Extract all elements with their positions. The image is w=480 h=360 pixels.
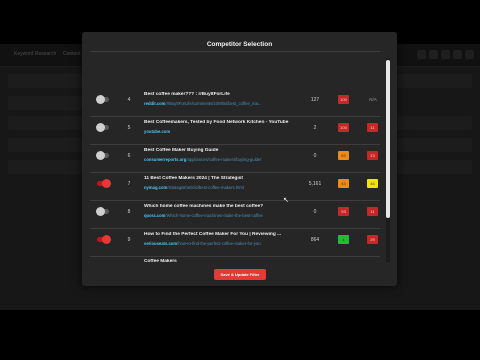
- mouse-cursor-icon: ↖: [283, 197, 289, 204]
- row-url[interactable]: consumerreports.org/appliances/coffee-ma…: [144, 157, 284, 162]
- row-domain: consumerreports.org: [144, 157, 187, 162]
- row-rank: 4: [127, 97, 131, 103]
- partial-row-title: Coffee Makers: [144, 259, 177, 263]
- row-badge-2: 11: [367, 207, 378, 216]
- toggle-knob: [96, 95, 105, 104]
- row-badge-2: 29: [367, 235, 378, 244]
- row-toggle[interactable]: [96, 123, 109, 132]
- row-title[interactable]: Best Coffee Maker Buying Guide: [144, 148, 304, 153]
- row-rank: 5: [127, 125, 131, 131]
- row-badge-1: 43: [338, 179, 349, 188]
- row-title[interactable]: Best coffee maker??? : r/BuyItForLife: [144, 92, 304, 97]
- competitor-selection-modal: Competitor Selection 4 Best coffee maker…: [82, 32, 397, 286]
- competitor-row: 9 How to Find the Perfect Coffee Maker F…: [82, 228, 387, 256]
- row-title[interactable]: Best Coffeemakers, Tested by Food Networ…: [144, 120, 304, 125]
- modal-title: Competitor Selection: [206, 41, 273, 48]
- row-domain: seriouseats.com: [144, 241, 178, 246]
- row-domain: quora.com: [144, 213, 166, 218]
- row-url[interactable]: seriouseats.com/how-to-find-the-perfect-…: [144, 241, 284, 246]
- competitor-row: 4 Best coffee maker??? : r/BuyItForLife …: [82, 88, 387, 116]
- row-metric: 0: [313, 153, 317, 159]
- competitor-row: 7 11 Best Coffee Makers 2024 | The Strat…: [82, 172, 387, 200]
- toggle-knob: [102, 235, 111, 244]
- row-title[interactable]: Which home coffee machines make the best…: [144, 204, 304, 209]
- row-toggle[interactable]: [96, 151, 109, 160]
- row-badge-1: 93: [338, 207, 349, 216]
- row-rank: 8: [127, 209, 131, 215]
- row-title[interactable]: 11 Best Coffee Makers 2024 | The Strateg…: [144, 176, 304, 181]
- row-path: /how-to-find-the-perfect-coffee-maker-fo…: [177, 241, 261, 246]
- row-metric: 5,161: [308, 181, 322, 187]
- row-domain: nymag.com: [144, 185, 168, 190]
- row-title[interactable]: How to Find the Perfect Coffee Maker For…: [144, 232, 304, 237]
- toggle-knob: [96, 207, 105, 216]
- row-path: /Which-home-coffee-machines-make-the-bes…: [165, 213, 264, 218]
- row-badge-1: 1: [338, 235, 349, 244]
- row-badge-2: 11: [367, 123, 378, 132]
- row-toggle[interactable]: [96, 207, 109, 216]
- row-url[interactable]: youtube.com: [144, 129, 284, 134]
- competitor-row: 5 Best Coffeemakers, Tested by Food Netw…: [82, 116, 387, 144]
- row-badge-1: 100: [338, 123, 349, 132]
- row-path: /r/BuyItForLife/comments/10r8lmi/best_co…: [165, 101, 262, 106]
- row-badge-2: 13: [367, 151, 378, 160]
- row-path: /strategist/article/best-coffee-makers.h…: [167, 185, 244, 190]
- row-metric: 127: [310, 97, 320, 103]
- row-badge-2: 46: [367, 179, 378, 188]
- row-toggle[interactable]: [96, 95, 109, 104]
- competitor-row: 8 Which home coffee machines make the be…: [82, 200, 387, 228]
- row-rank: 6: [127, 153, 131, 159]
- divider: [90, 51, 380, 52]
- toggle-knob: [96, 151, 105, 160]
- row-metric: 0: [313, 209, 317, 215]
- row-badge-2: N/A: [369, 97, 377, 102]
- row-badge-1: 53: [338, 151, 349, 160]
- row-metric: 864: [310, 237, 320, 243]
- row-toggle[interactable]: [97, 235, 111, 244]
- row-rank: 7: [127, 181, 131, 187]
- row-url[interactable]: reddit.com/r/BuyItForLife/comments/10r8l…: [144, 101, 284, 106]
- toggle-knob: [102, 179, 111, 188]
- row-rank: 9: [127, 237, 131, 243]
- row-toggle[interactable]: [97, 179, 111, 188]
- row-domain: youtube.com: [144, 129, 171, 134]
- row-badge-1: 100: [338, 95, 349, 104]
- competitor-row: 6 Best Coffee Maker Buying Guide consume…: [82, 144, 387, 172]
- row-url[interactable]: nymag.com/strategist/article/best-coffee…: [144, 185, 284, 190]
- save-update-filter-button[interactable]: Save & Update Filter: [214, 269, 266, 280]
- row-metric: 2: [313, 125, 317, 131]
- toggle-knob: [96, 123, 105, 132]
- row-path: /appliances/coffee-makers/buying-guide/: [186, 157, 262, 162]
- divider: [90, 256, 380, 257]
- row-domain: reddit.com: [144, 101, 166, 106]
- row-url[interactable]: quora.com/Which-home-coffee-machines-mak…: [144, 213, 284, 218]
